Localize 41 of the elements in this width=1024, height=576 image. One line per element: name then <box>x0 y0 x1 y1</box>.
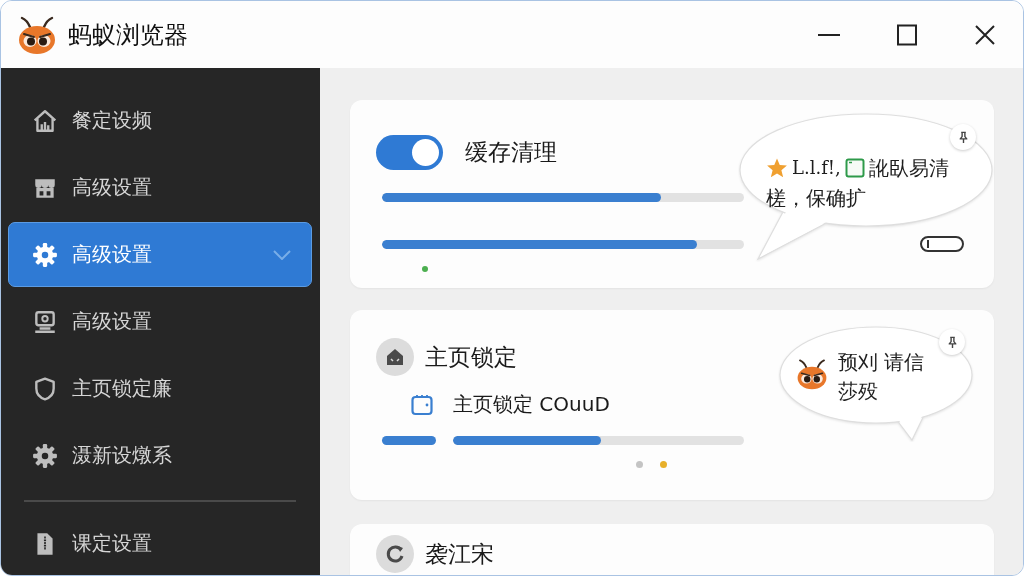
star-icon <box>766 157 788 179</box>
square-icon <box>844 158 865 178</box>
sidebar-item[interactable]: 主页锁定廉 <box>1 355 320 422</box>
box-icon <box>410 392 434 417</box>
ant-logo-icon <box>17 14 57 55</box>
gear-icon <box>32 442 58 469</box>
pager-dot[interactable] <box>636 461 643 468</box>
maximize-icon <box>896 23 918 46</box>
toggle-switch[interactable] <box>376 135 443 170</box>
window-title: 蚂蚁浏览器 <box>68 19 188 51</box>
card-subtitle: 主页锁定 COuuD <box>453 391 610 418</box>
card-title: 袭江宋 <box>425 539 494 569</box>
sidebar-item[interactable]: 高级设置 <box>8 222 312 287</box>
bubble-text: 槎，保确扩 <box>766 185 866 212</box>
bubble-text: L.l.f!, <box>792 156 841 180</box>
bubble-text: 訛臥易清 <box>868 155 949 182</box>
card-title: 主页锁定 <box>425 342 517 372</box>
bubble-text: 预刈 请信 <box>838 349 925 376</box>
status-dot-icon <box>422 266 428 272</box>
house-icon <box>376 338 414 376</box>
chevron-down-icon <box>273 249 291 260</box>
close-icon <box>974 23 996 46</box>
progress-segment <box>382 436 436 445</box>
sidebar-item[interactable]: 高级设置 <box>1 154 320 221</box>
shield-icon <box>32 375 58 402</box>
minimize-icon <box>818 33 840 36</box>
home-icon <box>32 107 58 134</box>
bubble-text: 莎殁 <box>838 378 879 405</box>
gear-icon <box>32 241 58 268</box>
toggle-switch[interactable] <box>920 236 964 252</box>
sidebar-item[interactable]: 滠新设燉系 <box>1 422 320 489</box>
sidebar-item[interactable]: 课定设置 <box>1 510 320 575</box>
refresh-icon <box>376 535 414 573</box>
card-title: 缓存清理 <box>465 138 557 167</box>
ant-icon <box>796 358 828 390</box>
sidebar-item[interactable]: 高级设置 <box>1 288 320 355</box>
pin-button[interactable] <box>950 124 976 150</box>
pin-button[interactable] <box>939 329 965 355</box>
sidebar-item[interactable]: 餐定设频 <box>1 87 320 154</box>
pager-dot[interactable] <box>660 461 667 468</box>
monitor-icon <box>32 308 58 335</box>
